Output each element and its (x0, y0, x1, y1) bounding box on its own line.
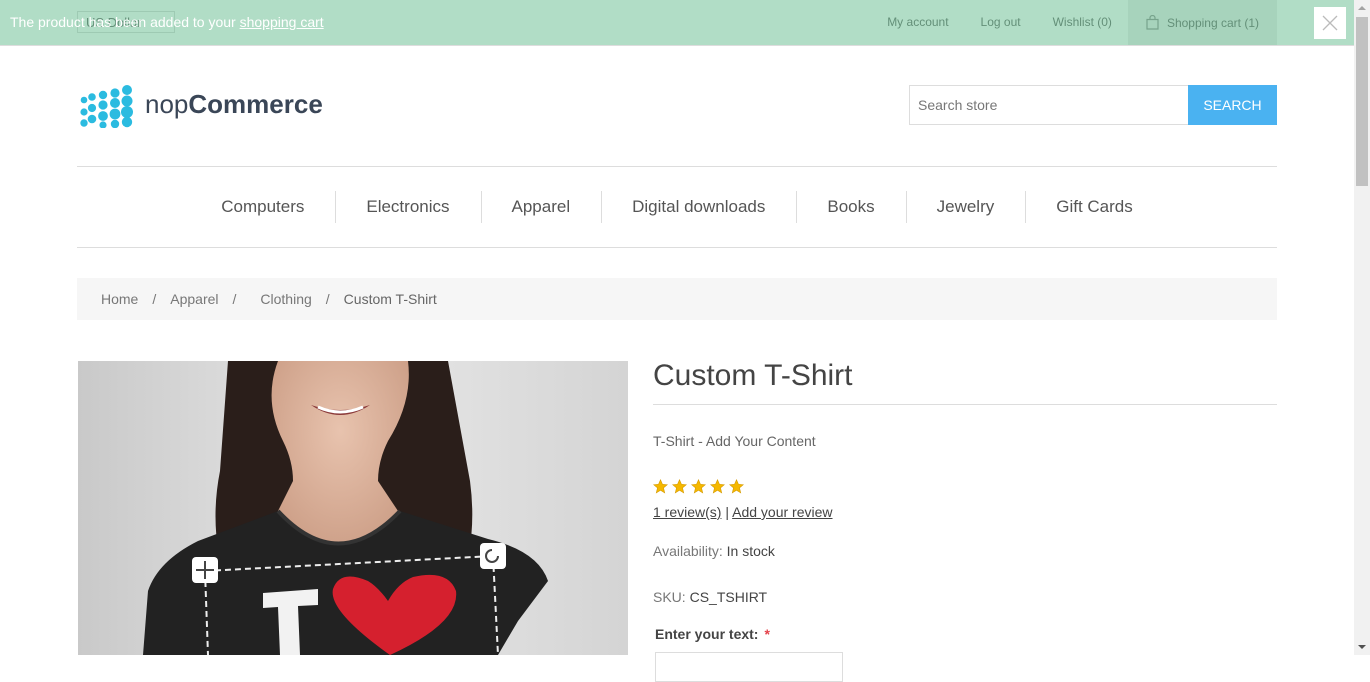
menu-item-gift-cards[interactable]: Gift Cards (1025, 191, 1164, 223)
breadcrumb-current: Custom T-Shirt (343, 291, 437, 307)
logo-prefix: nop (145, 89, 188, 119)
svg-text:nopCommerce: nopCommerce (145, 89, 323, 119)
notification-text: The product has been added to your (10, 14, 236, 30)
breadcrumb-apparel[interactable]: Apparel (170, 291, 218, 307)
menu-item-books[interactable]: Books (796, 191, 905, 223)
reviews-link[interactable]: 1 review(s) (653, 504, 721, 520)
star-icon (653, 479, 668, 494)
breadcrumb-delimiter: / (232, 291, 237, 307)
product-image[interactable] (78, 361, 628, 655)
product-photo (78, 361, 628, 655)
custom-text-label: Enter your text: * (655, 626, 770, 642)
availability-label: Availability: (653, 543, 723, 559)
availability-value: In stock (726, 543, 775, 559)
breadcrumb: Home / Apparel / Clothing / Custom T-Shi… (77, 278, 1277, 320)
sku-label: SKU: (653, 589, 686, 605)
sku-value: CS_TSHIRT (689, 589, 768, 605)
breadcrumb-home[interactable]: Home (101, 291, 138, 307)
search-button[interactable]: Search (1188, 85, 1277, 125)
scrollbar-thumb[interactable] (1356, 17, 1368, 186)
menu-item-jewelry[interactable]: Jewelry (905, 191, 1026, 223)
menu-item-apparel[interactable]: Apparel (480, 191, 602, 223)
page-scrollbar[interactable] (1354, 0, 1370, 655)
menu-item-computers[interactable]: Computers (190, 192, 335, 222)
star-icon (729, 479, 744, 494)
breadcrumb-delimiter: / (325, 291, 330, 307)
product-rating (653, 479, 1277, 495)
close-icon (1322, 15, 1338, 31)
scroll-up-arrow-icon[interactable] (1354, 0, 1370, 17)
menu-item-digital-downloads[interactable]: Digital downloads (601, 191, 796, 223)
menu-item-electronics[interactable]: Electronics (335, 191, 480, 223)
breadcrumb-delimiter: / (152, 291, 157, 307)
notification-cart-link[interactable]: shopping cart (240, 14, 324, 30)
notification-close-button[interactable] (1314, 7, 1346, 39)
notification-content: The product has been added to your shopp… (10, 0, 324, 45)
product-name: Custom T-Shirt (653, 356, 1277, 405)
star-icon (691, 479, 706, 494)
notification-bar: The product has been added to your shopp… (0, 0, 1354, 45)
availability: Availability: In stock (653, 543, 775, 559)
review-links: 1 review(s) | Add your review (653, 504, 1277, 520)
star-icon (672, 479, 687, 494)
logo-dots (80, 85, 133, 129)
search-input[interactable] (909, 85, 1188, 125)
logo-brand: Commerce (188, 89, 322, 119)
sku: SKU: CS_TSHIRT (653, 589, 767, 605)
star-icon (710, 479, 725, 494)
store-logo[interactable]: nopCommerce (79, 84, 329, 129)
review-separator: | (725, 504, 729, 520)
required-mark: * (764, 626, 770, 642)
top-menu: Computers Electronics Apparel Digital do… (77, 166, 1277, 248)
custom-text-label-text: Enter your text: (655, 626, 759, 642)
product-overview: Custom T-Shirt T-Shirt - Add Your Conten… (653, 356, 1277, 682)
add-review-link[interactable]: Add your review (732, 504, 832, 520)
scroll-down-arrow-icon[interactable] (1354, 638, 1370, 655)
custom-text-input[interactable] (655, 652, 843, 682)
search-box: Search (909, 85, 1277, 125)
product-short-description: T-Shirt - Add Your Content (653, 433, 816, 449)
breadcrumb-clothing[interactable]: Clothing (260, 291, 311, 307)
logo-image: nopCommerce (80, 85, 323, 129)
